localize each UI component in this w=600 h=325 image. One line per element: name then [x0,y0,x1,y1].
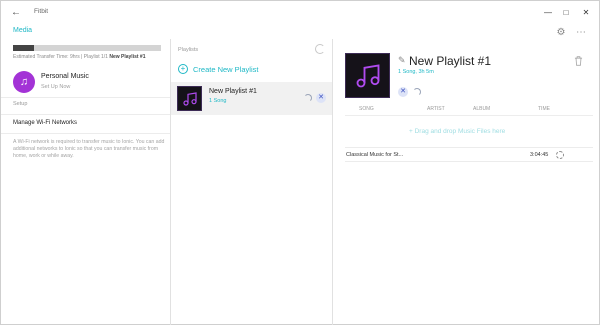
track-time: 3:04:45 [530,152,549,158]
manage-wifi-link[interactable]: Manage Wi-Fi Networks [13,120,77,126]
create-playlist-button[interactable]: + Create New Playlist [178,64,258,74]
column-time[interactable]: TIME [538,106,550,112]
sidebar: Estimated Transfer Time: 9hrs | Playlist… [1,39,171,325]
column-artist[interactable]: ARTIST [427,106,445,112]
column-album[interactable]: ALBUM [473,106,490,112]
transfer-status: Estimated Transfer Time: 9hrs | Playlist… [13,54,145,60]
transfer-status-text: Estimated Transfer Time: 9hrs | Playlist… [13,54,108,60]
personal-music-setup-link[interactable]: Set Up Now [41,84,70,90]
playlist-thumbnail [177,86,202,111]
window-title: Fitbit [34,8,49,15]
transfer-progress-bar [13,45,161,51]
remove-icon[interactable]: ✕ [398,87,408,97]
music-note-icon [356,63,379,87]
playlist-title[interactable]: New Playlist #1 [409,54,491,68]
more-icon[interactable]: ⋯ [574,25,588,39]
minimize-icon[interactable]: — [541,6,555,18]
transfer-status-playlist: New Playlist #1 [109,54,146,60]
setup-heading: Setup [13,101,28,107]
remove-playlist-icon[interactable]: ✕ [316,93,326,103]
syncing-spinner-icon [304,94,312,102]
arrow-left-icon[interactable]: ← [9,5,23,19]
divider [1,133,170,134]
syncing-spinner-icon [556,151,564,159]
trash-icon[interactable] [574,56,583,68]
playlists-heading: Playlists [178,47,199,53]
gear-icon[interactable]: ⚙ [554,25,568,39]
playlist-cover [345,53,390,98]
title-bar: ← Fitbit — □ ✕ [1,1,600,23]
divider [1,114,170,115]
refresh-icon[interactable] [315,44,325,54]
plus-circle-icon: + [178,64,188,74]
drop-zone-hint[interactable]: + Drag and drop Music Files here [409,128,505,135]
create-playlist-label: Create New Playlist [193,64,259,74]
wifi-description: A Wi-Fi network is required to transfer … [13,139,165,159]
playlist-meta: 1 Song, 3h 5m [398,69,434,75]
music-note-icon [182,91,197,106]
trash-glyph [574,56,583,66]
table-row[interactable]: Classical Music for St... 3:04:45 [345,147,593,162]
section-title-media[interactable]: Media [13,27,32,34]
column-song[interactable]: SONG [359,106,374,112]
divider [1,97,170,98]
transfer-progress-fill [13,45,34,51]
playlist-detail: ✎ New Playlist #1 1 Song, 3h 5m ✕ SONG A… [333,39,600,325]
music-note-icon[interactable]: ♫ [13,71,35,93]
syncing-spinner-icon [413,88,421,96]
app-window: ← Fitbit — □ ✕ Media ⚙ ⋯ Estimated Trans… [0,0,600,325]
track-title: Classical Music for St... [346,152,404,158]
close-icon[interactable]: ✕ [579,6,593,18]
track-table-header: SONG ARTIST ALBUM TIME [345,106,593,116]
maximize-icon[interactable]: □ [559,6,573,18]
playlist-item[interactable]: New Playlist #1 1 Song ✕ [171,82,332,115]
playlist-song-count: 1 Song [209,98,227,104]
playlists-panel: Playlists + Create New Playlist New Play… [171,39,333,325]
edit-pencil-icon[interactable]: ✎ [398,55,406,66]
playlist-name: New Playlist #1 [209,88,257,95]
personal-music-title[interactable]: Personal Music [41,73,89,80]
